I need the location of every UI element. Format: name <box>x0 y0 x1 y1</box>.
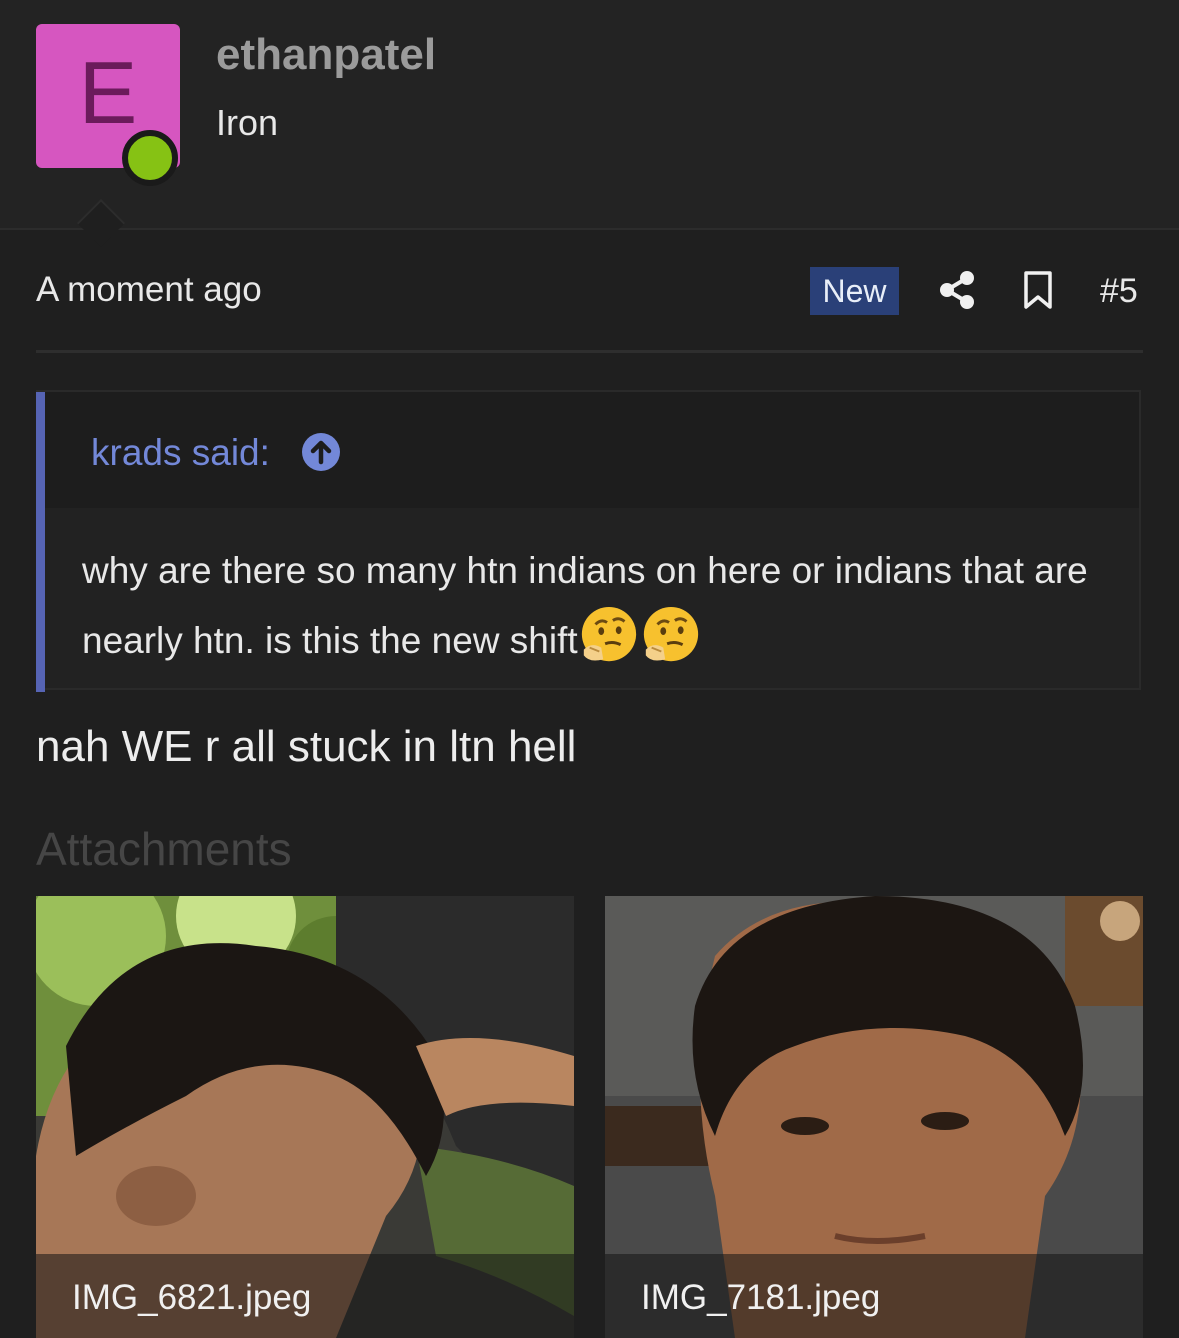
attachment-filename[interactable]: IMG_6821.jpeg <box>72 1278 311 1318</box>
meta-divider <box>36 350 1143 353</box>
thinking-face-icon <box>643 606 698 662</box>
attachment-filename[interactable]: IMG_7181.jpeg <box>641 1278 880 1318</box>
post-body-text: nah WE r all stuck in ltn hell <box>36 722 577 771</box>
online-status-indicator <box>122 130 178 186</box>
quote-body: why are there so many htn indians on her… <box>45 508 1139 688</box>
attachment-thumbnail[interactable]: IMG_7181.jpeg <box>605 896 1143 1338</box>
quote-accent-bar <box>36 392 45 692</box>
attachments-heading: Attachments <box>36 823 292 875</box>
post-number[interactable]: #5 <box>1100 272 1138 311</box>
attachment-thumbnail[interactable]: IMG_6821.jpeg <box>36 896 574 1338</box>
quote-header: krads said: <box>45 392 1139 508</box>
quote-block: krads said: why are there so many htn in… <box>36 390 1141 692</box>
arrow-up-circle-icon[interactable] <box>301 432 341 472</box>
thinking-face-icon <box>581 606 636 662</box>
bookmark-icon[interactable] <box>1022 270 1054 310</box>
share-icon[interactable] <box>938 270 976 310</box>
user-rank: Iron <box>216 102 279 143</box>
quote-text: why are there so many htn indians on her… <box>82 536 1092 675</box>
post-time[interactable]: A moment ago <box>36 270 262 310</box>
username[interactable]: ethanpatel <box>216 30 436 80</box>
quote-author[interactable]: krads said: <box>91 432 270 474</box>
new-badge: New <box>810 267 899 315</box>
header-divider <box>0 228 1179 230</box>
